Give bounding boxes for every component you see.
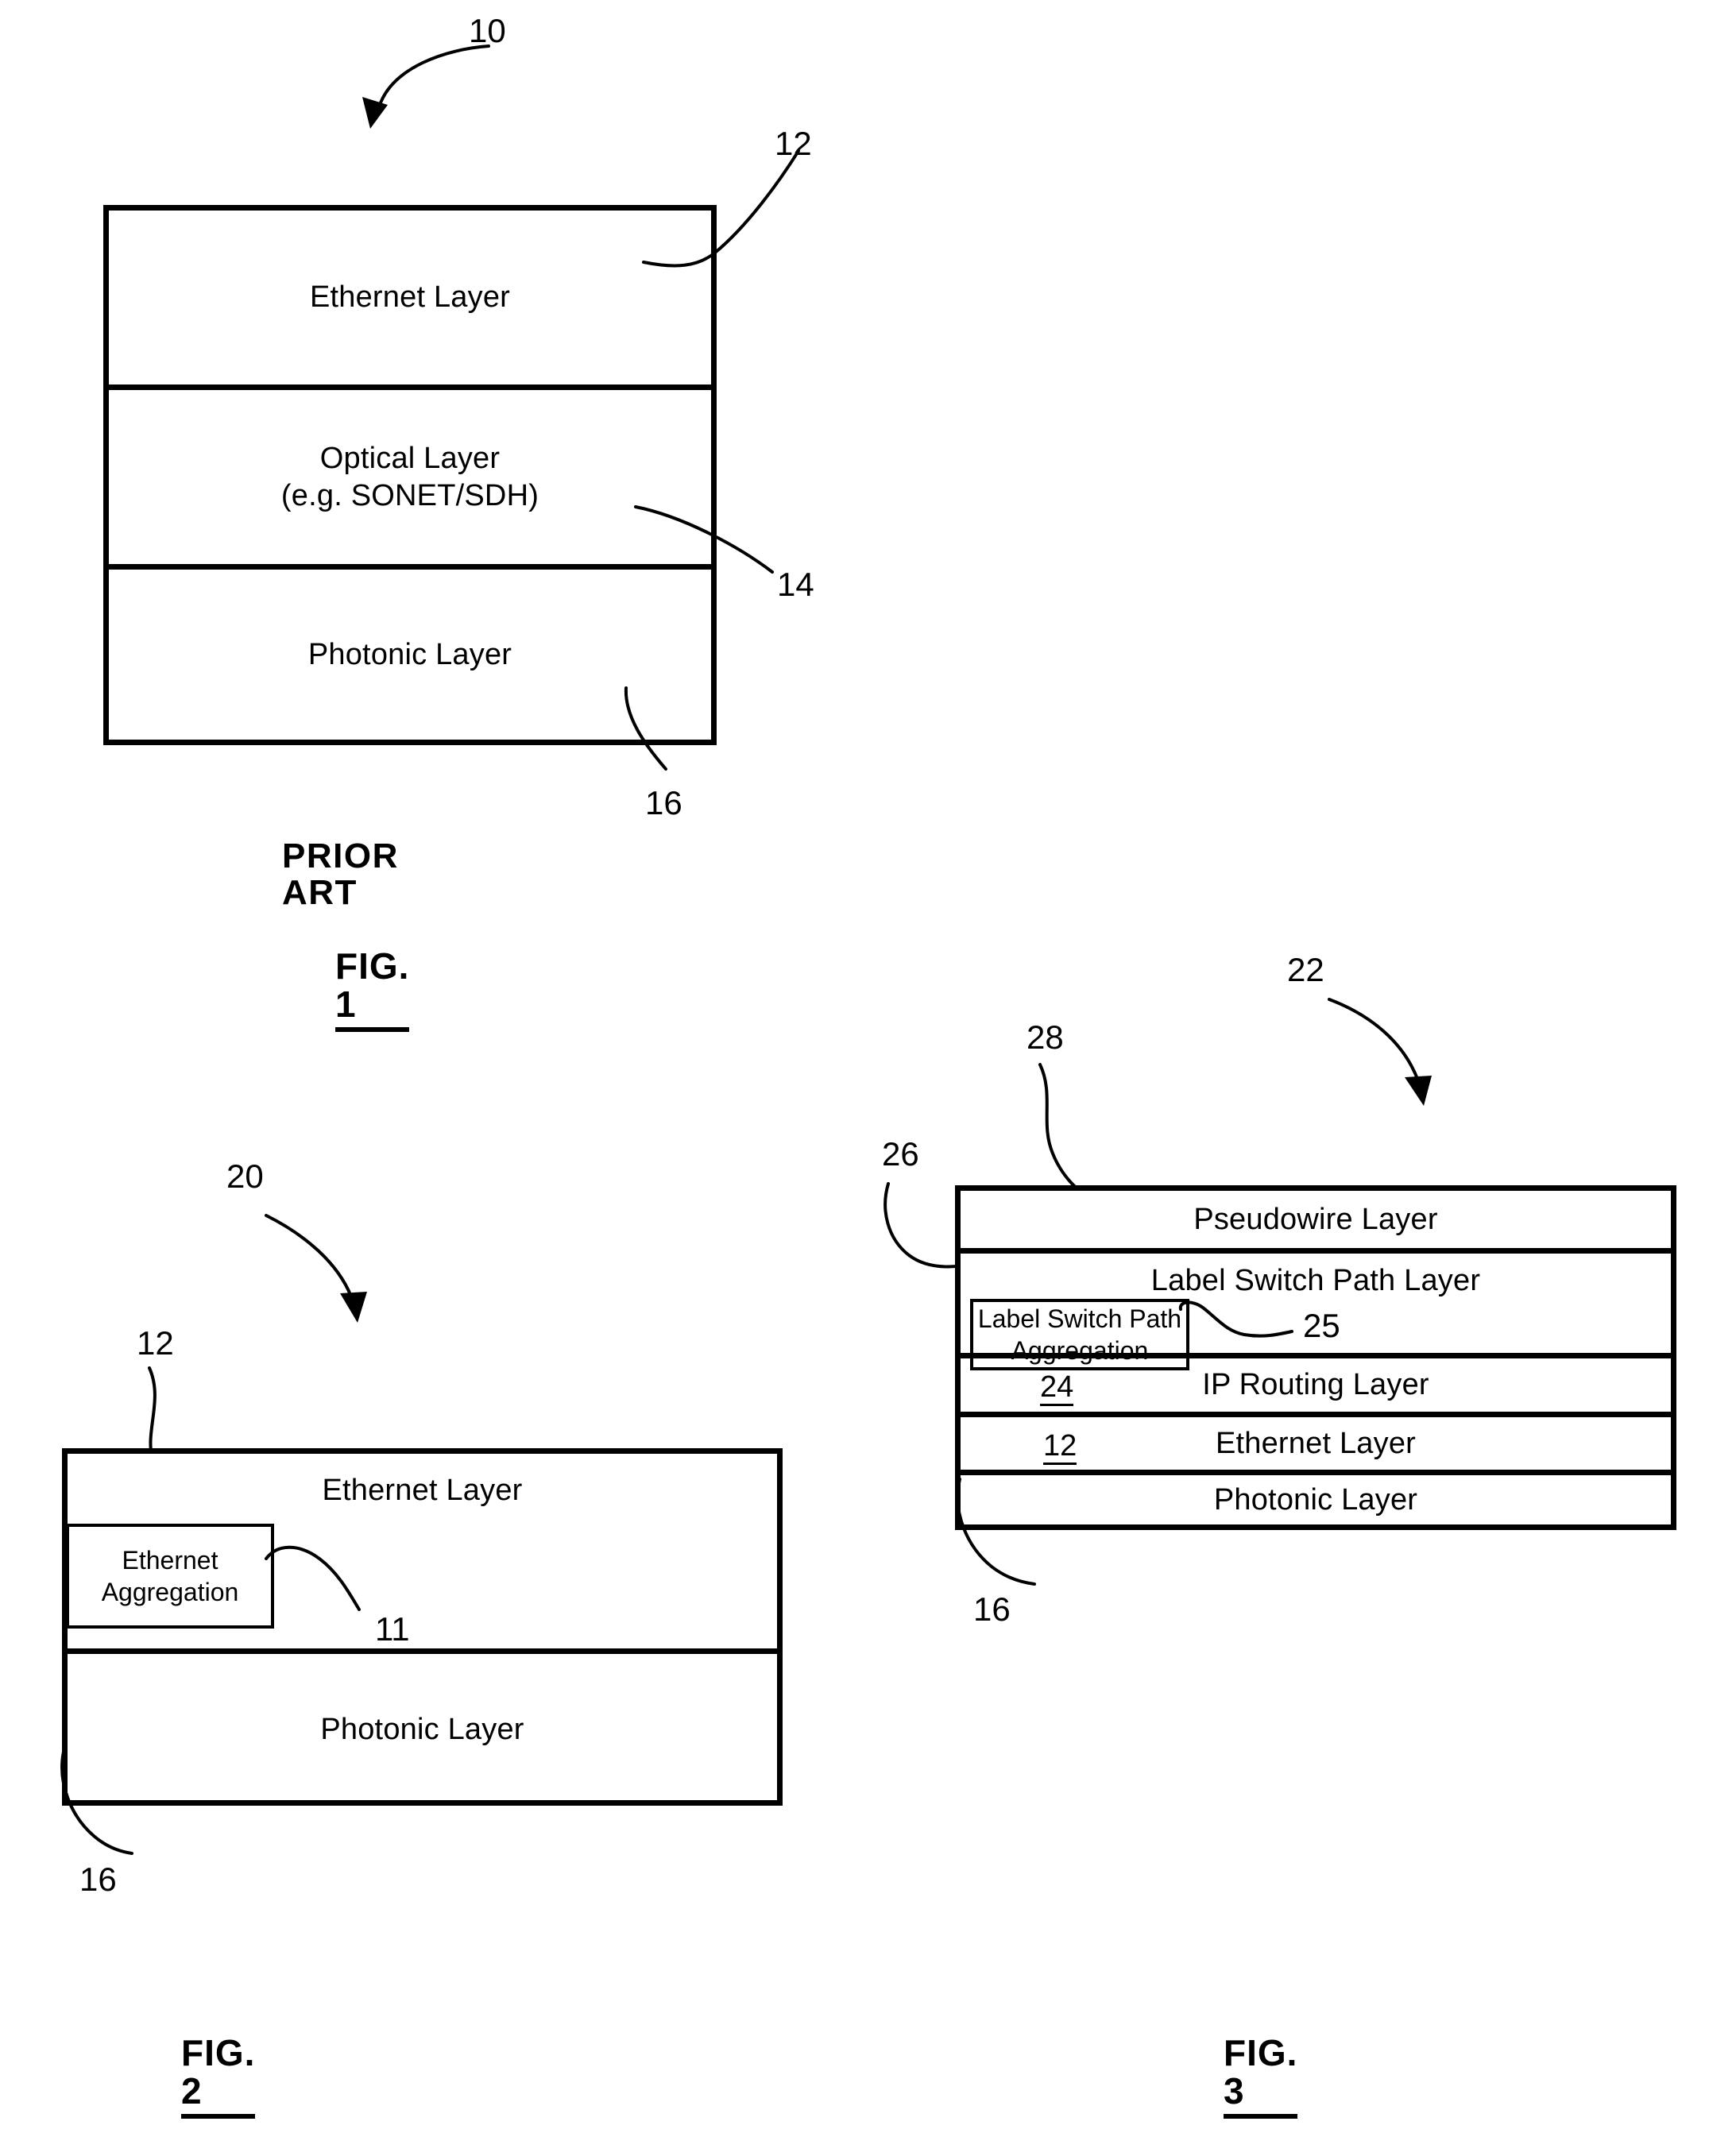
- reference-numeral-28: 28: [1027, 1018, 1064, 1056]
- fig3-layer-photonic: Photonic Layer: [961, 1470, 1671, 1524]
- fig2-layer-stack: Ethernet Layer Ethernet Aggregation Phot…: [62, 1448, 783, 1806]
- fig2-ethernet-aggregation-block: Ethernet Aggregation: [66, 1524, 274, 1629]
- patent-drawing-sheet: 10 Ethernet Layer Optical Layer (e.g. SO…: [0, 0, 1736, 2133]
- fig2-layer-photonic-label: Photonic Layer: [320, 1713, 524, 1747]
- fig1-layer-optical-label: Optical Layer (e.g. SONET/SDH): [280, 442, 539, 512]
- reference-numeral-25: 25: [1303, 1307, 1340, 1344]
- fig2-caption: FIG. 2: [181, 2034, 256, 2119]
- fig1-layer-stack: Ethernet Layer Optical Layer (e.g. SONET…: [103, 205, 717, 745]
- fig1-caption: FIG. 1: [335, 947, 410, 1032]
- fig1-layer-optical: Optical Layer (e.g. SONET/SDH): [109, 384, 711, 564]
- leader-line-22: [1328, 998, 1432, 1106]
- fig2-layer-photonic: Photonic Layer: [68, 1648, 777, 1806]
- reference-numeral-24: 24: [1040, 1372, 1074, 1406]
- fig2-layer-ethernet-label: Ethernet Layer: [322, 1474, 523, 1507]
- reference-numeral-16-fig3: 16: [973, 1590, 1011, 1628]
- reference-numeral-14-fig1: 14: [777, 566, 814, 603]
- fig3-layer-stack: Pseudowire Layer Label Switch Path Layer…: [955, 1185, 1676, 1530]
- reference-numeral-22: 22: [1287, 951, 1324, 988]
- reference-numeral-16-fig2: 16: [79, 1861, 117, 1898]
- reference-numeral-16-fig1: 16: [645, 784, 682, 821]
- fig1-layer-ethernet-label: Ethernet Layer: [309, 280, 511, 315]
- fig1-layer-photonic: Photonic Layer: [109, 564, 711, 740]
- reference-numeral-12-fig3: 12: [1043, 1431, 1077, 1465]
- fig3-layer-photonic-label: Photonic Layer: [1213, 1482, 1418, 1517]
- reference-numeral-11: 11: [375, 1610, 410, 1648]
- fig3-layer-pseudowire-label: Pseudowire Layer: [1193, 1202, 1438, 1236]
- fig3-caption: FIG. 3: [1224, 2034, 1298, 2119]
- reference-numeral-10: 10: [469, 12, 506, 49]
- reference-numeral-20: 20: [226, 1157, 264, 1195]
- fig3-layer-pseudowire: Pseudowire Layer: [961, 1191, 1671, 1248]
- fig2-ethernet-aggregation-label: Ethernet Aggregation: [101, 1546, 239, 1606]
- leader-line-20: [265, 1214, 367, 1323]
- fig3-layer-ip-routing-label: IP Routing Layer: [1202, 1368, 1429, 1402]
- fig3-layer-ethernet-label: Ethernet Layer: [1215, 1426, 1417, 1460]
- fig1-layer-ethernet: Ethernet Layer: [109, 211, 711, 384]
- fig3-layer-label-switch-path-label: Label Switch Path Layer: [1150, 1264, 1481, 1297]
- fig1-layer-photonic-label: Photonic Layer: [307, 637, 512, 671]
- reference-numeral-12-fig1: 12: [775, 125, 812, 162]
- fig1-prior-art-note: PRIOR ART: [282, 837, 399, 913]
- reference-numeral-12-fig2: 12: [137, 1324, 174, 1362]
- reference-numeral-26: 26: [882, 1135, 919, 1173]
